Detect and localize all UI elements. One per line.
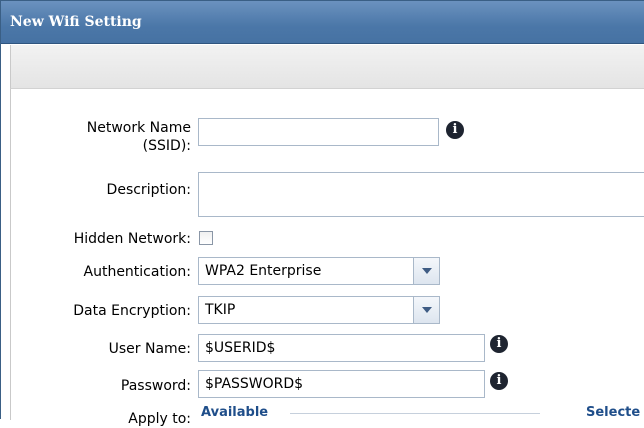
hidden-network-checkbox[interactable] — [199, 231, 213, 245]
info-icon[interactable]: i — [490, 335, 508, 353]
dialog-titlebar: New Wifi Setting — [1, 1, 644, 44]
password-input[interactable] — [198, 370, 485, 398]
password-label: Password: — [120, 378, 191, 394]
chevron-down-icon[interactable] — [413, 258, 439, 284]
data-encryption-label: Data Encryption: — [73, 303, 191, 319]
dialog-window: New Wifi Setting Network Name (SSID): i … — [0, 0, 644, 427]
apply-to-label: Apply to: — [128, 411, 191, 427]
authentication-label: Authentication: — [83, 264, 192, 280]
user-name-input[interactable] — [198, 334, 485, 362]
hidden-network-label: Hidden Network: — [73, 231, 191, 247]
data-encryption-select[interactable]: TKIP — [198, 296, 440, 324]
network-name-label-line2: (SSID): — [142, 138, 191, 154]
toolbar — [10, 45, 644, 89]
available-fieldset-line — [290, 413, 540, 414]
authentication-value: WPA2 Enterprise — [205, 263, 322, 279]
info-icon[interactable]: i — [446, 121, 464, 139]
dialog-title: New Wifi Setting — [10, 14, 142, 30]
description-label: Description: — [106, 182, 191, 198]
available-legend: Available — [201, 405, 269, 420]
chevron-down-icon[interactable] — [413, 297, 439, 323]
selected-legend: Selecte — [586, 405, 641, 420]
user-name-label: User Name: — [108, 341, 191, 357]
description-input[interactable] — [198, 172, 644, 217]
network-name-label: Network Name (SSID): — [1, 119, 191, 155]
network-name-label-line1: Network Name — [86, 120, 191, 136]
data-encryption-value: TKIP — [205, 302, 236, 318]
authentication-select[interactable]: WPA2 Enterprise — [198, 257, 440, 285]
network-name-input[interactable] — [198, 118, 439, 146]
info-icon[interactable]: i — [490, 372, 508, 390]
